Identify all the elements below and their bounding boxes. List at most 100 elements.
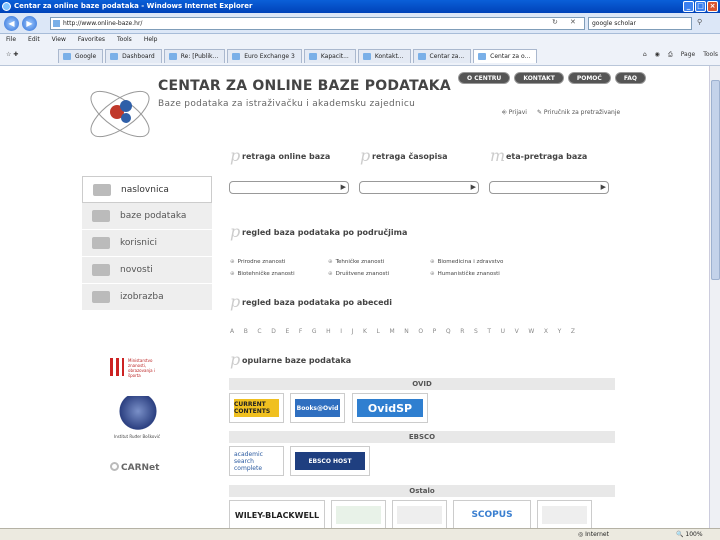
search-field[interactable]: google scholar: [588, 17, 692, 30]
zoom-level[interactable]: 🔍 100%: [676, 529, 703, 540]
nav-novosti[interactable]: novosti: [82, 257, 212, 284]
search-journals-input[interactable]: ▶: [359, 181, 479, 194]
letter-z[interactable]: Z: [571, 328, 575, 335]
nav-o-centru[interactable]: O CENTRU: [458, 72, 511, 84]
letter-r[interactable]: R: [460, 328, 464, 335]
forward-button[interactable]: ▶: [22, 16, 37, 31]
menu-file[interactable]: File: [6, 36, 16, 43]
back-button[interactable]: ◀: [4, 16, 19, 31]
home-icon[interactable]: ⌂: [643, 51, 647, 59]
letter-k[interactable]: K: [363, 328, 367, 335]
letter-t[interactable]: T: [487, 328, 491, 335]
login-label: Prijavi: [508, 109, 527, 116]
page-menu[interactable]: Page: [681, 51, 696, 59]
search-go-icon[interactable]: ⚲: [697, 18, 702, 26]
meta-search-input[interactable]: ▶: [489, 181, 609, 194]
tab-euro[interactable]: Euro Exchange 3: [227, 49, 302, 63]
tab-google[interactable]: Google: [58, 49, 104, 63]
feeds-icon[interactable]: ◉: [655, 51, 660, 59]
login-link[interactable]: ⎆ Prijavi: [502, 109, 527, 117]
nav-kontakt[interactable]: KONTAKT: [514, 72, 564, 84]
region-link-humanisticke[interactable]: ⊕ Humanističke znanosti: [430, 271, 500, 277]
region-link-biomedicina[interactable]: ⊕ Biomedicina i zdravstvo: [430, 259, 503, 265]
db-tile-other-2[interactable]: [392, 500, 447, 528]
letter-x[interactable]: X: [544, 328, 548, 335]
letter-q[interactable]: Q: [446, 328, 451, 335]
tab-dashboard[interactable]: Dashboard: [105, 49, 162, 63]
db-tile-scopus[interactable]: SCOPUS: [453, 500, 531, 528]
letter-j[interactable]: J: [352, 328, 354, 335]
nav-korisnici[interactable]: korisnici: [82, 230, 212, 257]
site-brand[interactable]: CENTAR ZA ONLINE BAZE PODATAKA: [158, 78, 451, 94]
search-arrow-icon[interactable]: ▶: [471, 183, 476, 191]
tab-centar-1[interactable]: Centar za...: [412, 49, 472, 63]
nav-pomoc[interactable]: POMOĆ: [567, 72, 611, 84]
letter-h[interactable]: H: [326, 328, 331, 335]
menu-tools[interactable]: Tools: [117, 36, 132, 43]
nav-naslovnica[interactable]: naslovnica: [82, 176, 212, 203]
letter-v[interactable]: V: [515, 328, 519, 335]
db-tile-other-3[interactable]: [537, 500, 592, 528]
letter-f[interactable]: F: [299, 328, 302, 335]
letter-n[interactable]: N: [404, 328, 409, 335]
vertical-scrollbar[interactable]: [709, 66, 720, 528]
letter-d[interactable]: D: [271, 328, 276, 335]
letter-o[interactable]: O: [418, 328, 423, 335]
search-arrow-icon[interactable]: ▶: [341, 183, 346, 191]
search-arrow-icon[interactable]: ▶: [601, 183, 606, 191]
print-icon[interactable]: ⎙: [668, 51, 673, 59]
db-tile-academic-search[interactable]: academic search complete: [229, 446, 284, 476]
db-tile-books-ovid[interactable]: Books@Ovid: [290, 393, 345, 423]
favorites-star-icon[interactable]: ☆ ✚: [6, 51, 52, 63]
letter-u[interactable]: U: [501, 328, 505, 335]
tab-centar-active[interactable]: Centar za o...: [473, 49, 538, 63]
region-link-prirodne[interactable]: ⊕ Prirodne znanosti: [230, 259, 285, 265]
carnet-logo[interactable]: CARNet: [110, 462, 159, 473]
address-bar[interactable]: http://www.online-baze.hr/: [50, 17, 585, 30]
region-link-drustvene[interactable]: ⊕ Društvene znanosti: [328, 271, 389, 277]
letter-i[interactable]: I: [340, 328, 342, 335]
letter-y[interactable]: Y: [558, 328, 562, 335]
search-online-input[interactable]: ▶: [229, 181, 349, 194]
irb-logo[interactable]: Institut Ruđer Bošković: [110, 396, 164, 446]
close-button[interactable]: ×: [707, 1, 718, 12]
nav-faq[interactable]: FAQ: [614, 72, 646, 84]
db-tile-label: academic search complete: [234, 450, 263, 472]
menu-view[interactable]: View: [52, 36, 66, 43]
letter-a[interactable]: A: [230, 328, 234, 335]
region-link-tehnicke[interactable]: ⊕ Tehničke znanosti: [328, 259, 384, 265]
scrollbar-thumb[interactable]: [711, 80, 720, 280]
db-tile-current-contents[interactable]: CURRENT CONTENTS: [229, 393, 284, 423]
stop-icon[interactable]: ✕: [570, 18, 576, 26]
tab-kapacit[interactable]: Kapacit...: [303, 49, 356, 63]
search-text: google scholar: [592, 20, 636, 27]
letter-b[interactable]: B: [244, 328, 248, 335]
region-link-biotehnicke[interactable]: ⊕ Biotehničke znanosti: [230, 271, 295, 277]
letter-l[interactable]: L: [377, 328, 380, 335]
db-tile-ovidsp[interactable]: OvidSP: [352, 393, 428, 423]
db-tile-other-1[interactable]: [331, 500, 386, 528]
letter-e[interactable]: E: [285, 328, 289, 335]
tools-menu[interactable]: Tools: [703, 51, 718, 59]
db-tile-wiley-blackwell[interactable]: WILEY-BLACKWELL: [229, 500, 325, 528]
menu-edit[interactable]: Edit: [28, 36, 40, 43]
tab-publik[interactable]: Re: [Publik...: [163, 49, 226, 63]
maximize-button[interactable]: □: [695, 1, 706, 12]
letter-w[interactable]: W: [528, 328, 534, 335]
menu-favorites[interactable]: Favorites: [78, 36, 105, 43]
letter-p[interactable]: P: [433, 328, 437, 335]
letter-s[interactable]: S: [474, 328, 478, 335]
carnet-label: CARNet: [121, 463, 160, 473]
letter-g[interactable]: G: [312, 328, 317, 335]
minimize-button[interactable]: _: [683, 1, 694, 12]
letter-c[interactable]: C: [257, 328, 261, 335]
letter-m[interactable]: M: [389, 328, 394, 335]
tab-kontakt[interactable]: Kontakt...: [357, 49, 411, 63]
menu-help[interactable]: Help: [144, 36, 158, 43]
nav-izobrazba[interactable]: izobrazba: [82, 284, 212, 311]
nav-baze-podataka[interactable]: baze podataka: [82, 203, 212, 230]
manual-link[interactable]: ✎ Priručnik za pretraživanje: [537, 109, 620, 117]
db-tile-ebsco-host[interactable]: EBSCO HOST: [290, 446, 370, 476]
ministry-logo[interactable]: Ministarstvo znanosti, obrazovanja i špo…: [108, 356, 166, 384]
refresh-icon[interactable]: ↻: [552, 18, 558, 26]
